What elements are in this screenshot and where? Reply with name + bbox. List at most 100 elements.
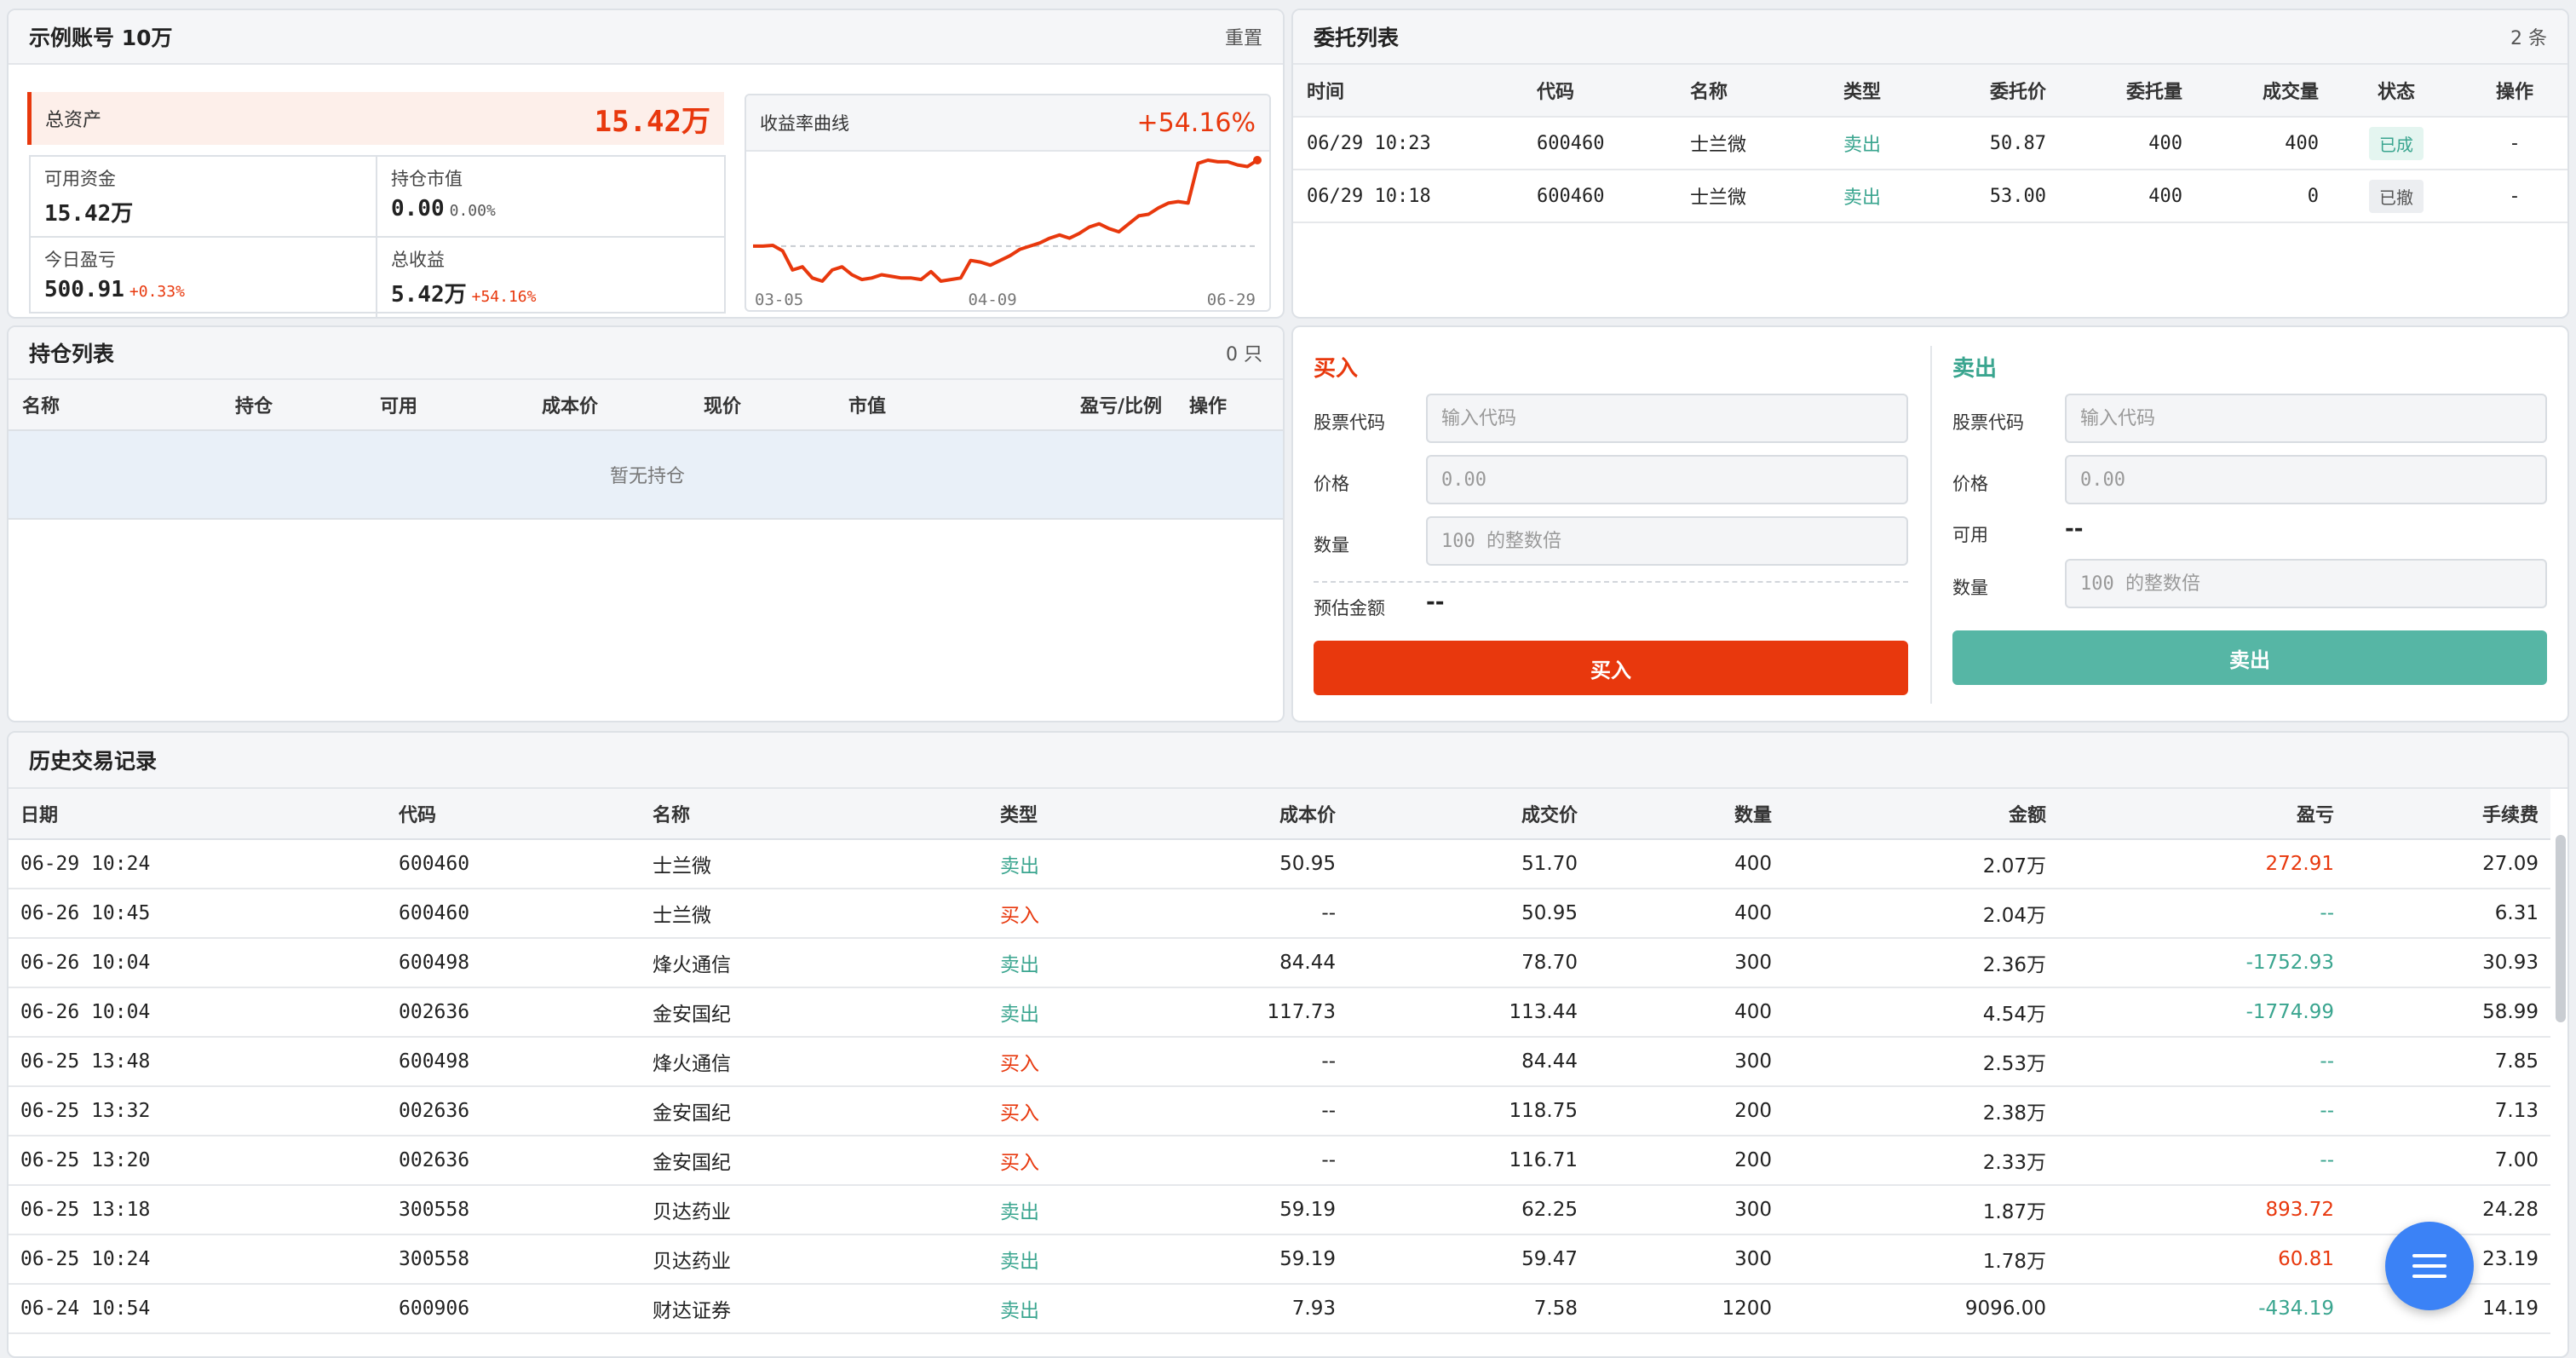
buy-qty-input[interactable] — [1426, 516, 1908, 566]
stat-label: 持仓市值 — [391, 169, 463, 189]
history-type: 买入 — [988, 889, 1159, 939]
history-amount: 4.54万 — [1784, 987, 2058, 1038]
sell-code-input[interactable] — [2065, 394, 2547, 443]
column-header: 持仓 — [221, 380, 366, 431]
history-row: 06-26 10:04 600498 烽火通信 卖出 84.44 78.70 300 2.36… — [9, 938, 2550, 988]
return-curve-card: 收益率曲线 +54.16% 03-05 04-09 06-29 — [745, 94, 1271, 312]
stat-market-value: 持仓市值 0.00 0.00% — [377, 157, 724, 238]
history-row: 06-24 10:54 600906 财达证券 卖出 7.93 7.58 1200 9096.… — [9, 1284, 2550, 1334]
history-date: 06-24 10:54 — [9, 1284, 387, 1334]
history-row: 06-25 13:48 600498 烽火通信 买入 -- 84.44 300 2.53万 --… — [9, 1037, 2550, 1087]
history-amount: 2.07万 — [1784, 839, 2058, 889]
history-qty: 1200 — [1590, 1284, 1784, 1334]
history-pnl: -- — [2058, 1086, 2346, 1136]
positions-table: 名称 持仓 可用 成本价 现价 市值 盈亏/比例 操作 暂无持仓 — [9, 380, 1283, 520]
reset-button[interactable]: 重置 — [1225, 23, 1262, 50]
stat-value: 0.00 — [391, 196, 445, 222]
sell-qty-input[interactable] — [2065, 559, 2547, 608]
sell-price-input[interactable] — [2065, 455, 2547, 504]
column-header: 成交价 — [1348, 789, 1590, 840]
positions-header-row: 名称 持仓 可用 成本价 现价 市值 盈亏/比例 操作 — [9, 380, 1283, 431]
column-header: 时间 — [1293, 65, 1523, 118]
total-assets-value: 15.42万 — [594, 104, 710, 139]
positions-count: 0 只 — [1226, 344, 1262, 365]
history-type: 卖出 — [988, 1234, 1159, 1285]
order-filled: 400 — [2196, 117, 2332, 170]
history-type: 卖出 — [988, 1185, 1159, 1235]
x-tick-label: 06-29 — [1207, 291, 1256, 309]
order-time: 06/29 10:18 — [1293, 170, 1523, 223]
buy-code-input[interactable] — [1426, 394, 1908, 443]
history-price: 7.58 — [1348, 1284, 1590, 1334]
history-fee: 6.31 — [2346, 889, 2550, 939]
orders-header: 委托列表 2 条 — [1293, 10, 2567, 65]
history-amount: 2.33万 — [1784, 1136, 2058, 1186]
history-date: 06-29 10:24 — [9, 839, 387, 889]
history-type: 卖出 — [988, 839, 1159, 889]
positions-panel: 持仓列表 0 只 名称 持仓 可用 成本价 现价 市值 盈亏/比例 操作 暂无持… — [7, 325, 1285, 722]
column-header: 代码 — [1523, 65, 1676, 118]
history-name: 贝达药业 — [641, 1234, 988, 1285]
sell-button[interactable]: 卖出 — [1952, 630, 2547, 685]
history-code: 300558 — [387, 1234, 641, 1285]
orders-table: 时间 代码 名称 类型 委托价 委托量 成交量 状态 操作 06/29 10:2… — [1293, 65, 2567, 223]
column-header: 可用 — [366, 380, 528, 431]
stat-sub: +0.33% — [129, 283, 185, 301]
history-row: 06-26 10:45 600460 士兰微 买入 -- 50.95 400 2.04万 -- 6… — [9, 889, 2550, 939]
order-code: 600460 — [1523, 170, 1676, 223]
orders-panel: 委托列表 2 条 时间 代码 名称 类型 委托价 委托量 成交量 状态 操作 0… — [1291, 9, 2569, 319]
history-type: 卖出 — [988, 938, 1159, 988]
column-header: 盈亏 — [2058, 789, 2346, 840]
stat-sub: 0.00% — [449, 202, 496, 220]
history-pnl: -1774.99 — [2058, 987, 2346, 1038]
stat-today-pnl: 今日盈亏 500.91 +0.33% — [31, 238, 377, 317]
x-tick-label: 04-09 — [968, 291, 1016, 309]
account-header: 示例账号 10万 重置 — [9, 10, 1283, 65]
column-header: 委托量 — [2060, 65, 2196, 118]
history-qty: 300 — [1590, 1234, 1784, 1285]
order-qty: 400 — [2060, 170, 2196, 223]
history-body: 06-29 10:24 600460 士兰微 卖出 50.95 51.70 400 2.07万… — [9, 839, 2550, 1334]
history-row: 06-25 13:18 300558 贝达药业 卖出 59.19 62.25 300 1.87… — [9, 1185, 2550, 1235]
history-name: 贝达药业 — [641, 1185, 988, 1235]
column-header: 委托价 — [1941, 65, 2060, 118]
history-row: 06-29 10:24 600460 士兰微 卖出 50.95 51.70 400 2.07万… — [9, 839, 2550, 889]
history-code: 600460 — [387, 889, 641, 939]
history-name: 士兰微 — [641, 889, 988, 939]
history-price: 118.75 — [1348, 1086, 1590, 1136]
history-type: 卖出 — [988, 987, 1159, 1038]
column-header: 名称 — [9, 380, 221, 431]
menu-fab-button[interactable] — [2385, 1222, 2474, 1310]
history-name: 烽火通信 — [641, 938, 988, 988]
history-pnl: -- — [2058, 1037, 2346, 1087]
history-row: 06-25 13:32 002636 金安国纪 买入 -- 118.75 200 2.38万 -… — [9, 1086, 2550, 1136]
history-pnl: 60.81 — [2058, 1234, 2346, 1285]
column-header: 市值 — [835, 380, 980, 431]
history-amount: 2.38万 — [1784, 1086, 2058, 1136]
trade-panel: 买入 股票代码 价格 数量 预估金额 -- 买入 卖出 股票代码 价格 可用 -… — [1291, 325, 2569, 722]
buy-button[interactable]: 买入 — [1314, 641, 1908, 695]
history-price: 50.95 — [1348, 889, 1590, 939]
order-row: 06/29 10:23 600460 士兰微 卖出 50.87 400 400 … — [1293, 117, 2567, 170]
history-qty: 200 — [1590, 1086, 1784, 1136]
order-code: 600460 — [1523, 117, 1676, 170]
positions-empty-text: 暂无持仓 — [9, 430, 1283, 520]
buy-price-input[interactable] — [1426, 455, 1908, 504]
history-name: 金安国纪 — [641, 987, 988, 1038]
history-qty: 400 — [1590, 889, 1784, 939]
history-cost: 7.93 — [1159, 1284, 1348, 1334]
history-cost: 84.44 — [1159, 938, 1348, 988]
history-amount: 2.53万 — [1784, 1037, 2058, 1087]
history-code: 600906 — [387, 1284, 641, 1334]
stat-sub: +54.16% — [471, 288, 537, 306]
history-amount: 9096.00 — [1784, 1284, 2058, 1334]
positions-empty-row: 暂无持仓 — [9, 430, 1283, 520]
history-amount: 2.04万 — [1784, 889, 2058, 939]
history-pnl: -- — [2058, 889, 2346, 939]
orders-count: 2 条 — [2510, 28, 2547, 49]
history-cost: 59.19 — [1159, 1234, 1348, 1285]
return-curve-pct: +54.16% — [1136, 107, 1256, 138]
history-scrollbar[interactable] — [2556, 835, 2566, 1022]
history-fee: 30.93 — [2346, 938, 2550, 988]
history-code: 002636 — [387, 1136, 641, 1186]
